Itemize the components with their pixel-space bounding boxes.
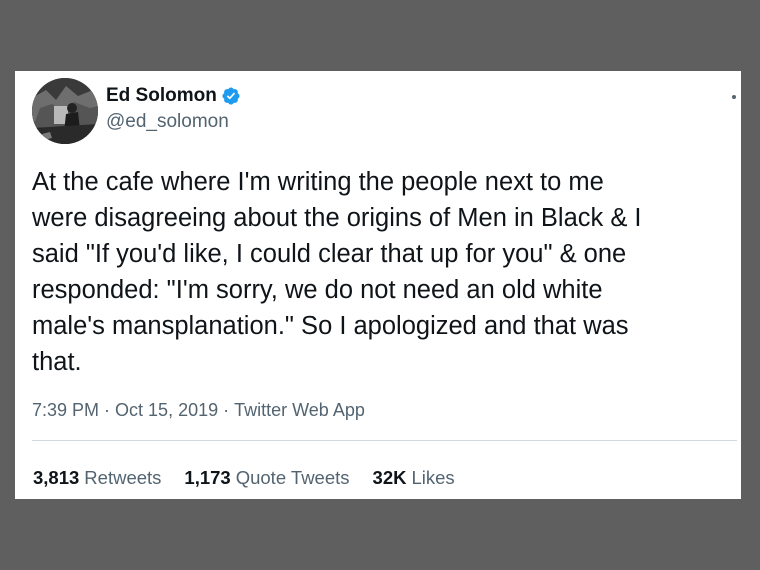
likes-count: 32K xyxy=(372,467,407,488)
meta-separator: · xyxy=(104,400,111,420)
quote-tweets-count: 1,173 xyxy=(184,467,231,488)
verified-badge-icon xyxy=(221,86,241,106)
avatar[interactable] xyxy=(32,78,98,144)
profile-photo-icon xyxy=(32,78,98,144)
tweet-card: Ed Solomon @ed_solomon At the cafe where… xyxy=(15,71,741,499)
likes-stat[interactable]: 32K Likes xyxy=(373,467,455,489)
tweet-date[interactable]: Oct 15, 2019 xyxy=(115,399,218,421)
tweet-meta: 7:39 PM · Oct 15, 2019 · Twitter Web App xyxy=(32,399,365,421)
quote-tweets-label: Quote Tweets xyxy=(235,467,350,488)
retweets-count: 3,813 xyxy=(33,467,80,488)
quote-tweets-stat[interactable]: 1,173 Quote Tweets xyxy=(184,467,349,489)
divider xyxy=(32,440,737,441)
author-name-row[interactable]: Ed Solomon xyxy=(106,85,241,107)
retweets-stat[interactable]: 3,813 Retweets xyxy=(33,467,161,489)
author-handle[interactable]: @ed_solomon xyxy=(106,111,229,133)
tweet-time[interactable]: 7:39 PM xyxy=(32,399,99,421)
likes-label: Likes xyxy=(411,467,455,488)
retweets-label: Retweets xyxy=(84,467,162,488)
tweet-text: At the cafe where I'm writing the people… xyxy=(32,168,642,376)
meta-separator: · xyxy=(223,400,230,420)
more-options-icon[interactable] xyxy=(732,95,736,99)
engagement-stats: 3,813 Retweets 1,173 Quote Tweets 32K Likes xyxy=(33,467,478,489)
tweet-source[interactable]: Twitter Web App xyxy=(234,399,365,421)
author-display-name[interactable]: Ed Solomon xyxy=(106,85,217,107)
